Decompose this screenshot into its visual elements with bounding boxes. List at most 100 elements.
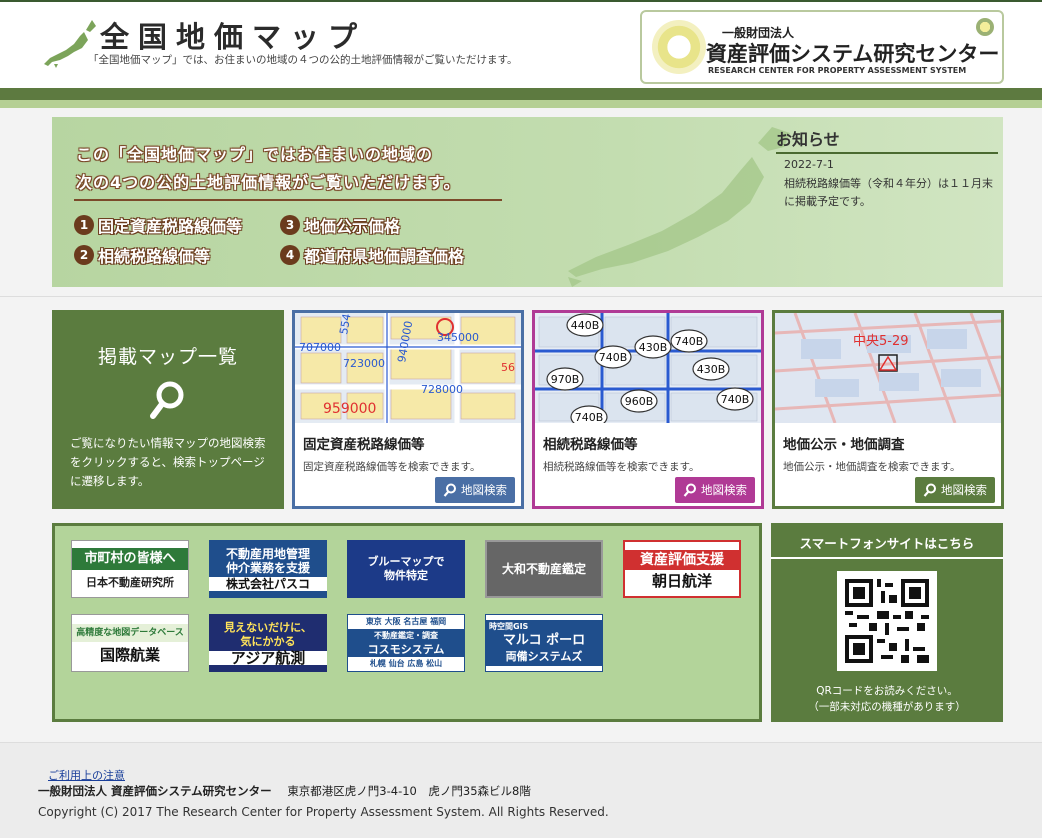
banner-jrei[interactable]: 市町村の皆様へ 日本不動産研究所 xyxy=(71,540,189,598)
button-label: 地図検索 xyxy=(941,483,987,497)
hero-item-label: 都道府県地価調査価格 xyxy=(304,247,465,266)
map-label: 723000 xyxy=(343,357,385,370)
map-list-description: ご覧になりたい情報マップの地図検索をクリックすると、検索トップページに遷移します… xyxy=(70,436,266,488)
partner-links-panel: 市町村の皆様へ 日本不動産研究所 不動産用地管理 仲介業務を支援 株式会社パスコ… xyxy=(52,523,762,722)
number-badge: 1 xyxy=(74,215,94,235)
hero-line-2: 次の4つの公的土地評価情報がご覧いただけます。 xyxy=(76,173,461,192)
hero-item-1: 1 固定資産税路線価等 xyxy=(74,213,242,237)
hero-item-label: 相続税路線価等 xyxy=(98,247,211,266)
org-emblem-icon xyxy=(652,20,706,74)
number-badge: 3 xyxy=(280,215,300,235)
card-description: 地価公示・地価調査を検索できます。 xyxy=(783,461,961,473)
banner-line: ブルーマップで xyxy=(367,555,445,568)
header-band xyxy=(0,88,1042,100)
banner-line: 気にかかる xyxy=(240,635,296,648)
hero-item-2: 2 相続税路線価等 xyxy=(74,243,210,267)
hero-item-label: 固定資産税路線価等 xyxy=(98,217,243,236)
org-name: 資産評価システム研究センター xyxy=(706,42,1000,66)
site-subtitle: 「全国地価マップ」では、お住まいの地域の４つの公的土地評価情報がご覧いただけます… xyxy=(88,54,518,66)
banner-line: 株式会社パスコ xyxy=(209,577,327,591)
map-thumbnail: 中央5-29 xyxy=(775,313,1001,423)
banner-ryobi[interactable]: 時空間GIS マルコ ポーロ 両備システムズ xyxy=(485,614,603,672)
banner-line: 札幌 仙台 広島 松山 xyxy=(369,659,443,668)
header-band-light xyxy=(0,100,1042,108)
map-label: 430B xyxy=(639,341,668,354)
footer-org: 一般財団法人 資産評価システム研究センター xyxy=(38,784,272,798)
map-label: 728000 xyxy=(421,383,463,396)
card-description: 固定資産税路線価等を検索できます。 xyxy=(303,461,481,473)
map-label: 707000 xyxy=(299,341,341,354)
banner-line: 市町村の皆様へ xyxy=(72,548,188,570)
map-thumbnail: 440B 740B 430B 740B 970B 430B 960B 740B … xyxy=(535,313,761,423)
banner-line: 高精度な地図データベース xyxy=(72,624,188,642)
button-label: 地図検索 xyxy=(461,483,507,497)
site-title: 全国地価マップ xyxy=(100,20,367,54)
button-label: 地図検索 xyxy=(701,483,747,497)
banner-line: 不動産鑑定・調査 xyxy=(348,629,464,643)
map-search-button[interactable]: 地図検索 xyxy=(435,477,515,503)
card-title: 相続税路線価等 xyxy=(543,437,638,453)
terms-of-use-link[interactable]: ご利用上の注意 xyxy=(48,767,125,783)
map-label: 345000 xyxy=(437,331,479,344)
banner-line: 両備システムズ xyxy=(486,648,602,666)
japan-silhouette xyxy=(568,127,790,287)
qr-instruction: QRコードをお読みください。 xyxy=(816,685,958,697)
map-label: 740B xyxy=(599,351,628,364)
map-list-title: 掲載マップ一覧 xyxy=(97,346,238,368)
map-search-button[interactable]: 地図検索 xyxy=(915,477,995,503)
map-label: 中央5-29 xyxy=(853,334,909,349)
banner-line: アジア航測 xyxy=(209,651,327,666)
banner-cosmo[interactable]: 東京 大阪 名古屋 福岡 不動産鑑定・調査 コスモシステム 札幌 仙台 広島 松… xyxy=(347,614,465,672)
map-label: 56 xyxy=(501,361,515,374)
news-panel: お知らせ 2022-7-1 相続税路線価等（令和４年分）は１１月末に掲載予定です… xyxy=(776,126,998,211)
map-label: 959000 xyxy=(323,401,376,417)
card-land-price[interactable]: 中央5-29 地価公示・地価調査 地価公示・地価調査を検索できます。 地図検索 xyxy=(772,310,1004,509)
map-label: 960B xyxy=(625,395,654,408)
search-icon xyxy=(683,483,696,497)
banner-kokusai[interactable]: 高精度な地図データベース 国際航業 xyxy=(71,614,189,672)
qr-note: （一部未対応の機種があります） xyxy=(808,701,966,713)
banner-line: 朝日航洋 xyxy=(651,572,712,590)
card-title: 固定資産税路線価等 xyxy=(303,437,425,453)
section-divider xyxy=(0,296,1042,297)
org-logo-banner[interactable]: 一般財団法人 資産評価システム研究センター RESEARCH CENTER FO… xyxy=(640,10,1004,84)
banner-daiwa[interactable]: 大和不動産鑑定 xyxy=(485,540,603,598)
map-label: 740B xyxy=(575,411,604,423)
banner-line: 国際航業 xyxy=(99,646,160,664)
map-label: 970B xyxy=(551,373,580,386)
banner-line: 見えないだけに、 xyxy=(224,621,312,634)
map-list-panel[interactable]: 掲載マップ一覧 ご覧になりたい情報マップの地図検索をクリックすると、検索トップペ… xyxy=(52,310,284,509)
banner-aeroasahi[interactable]: 資産評価支援 朝日航洋 xyxy=(623,540,741,598)
smartphone-title: スマートフォンサイトはこちら xyxy=(799,536,975,551)
banner-bluemap[interactable]: ブルーマップで 物件特定 xyxy=(347,540,465,598)
hero-line-1: この「全国地価マップ」ではお住まいの地域の xyxy=(76,145,434,164)
map-search-button[interactable]: 地図検索 xyxy=(675,477,755,503)
search-icon xyxy=(150,381,184,419)
banner-line: コスモシステム xyxy=(348,643,464,657)
banner-line: 大和不動産鑑定 xyxy=(501,562,586,576)
banner-asia-air-survey[interactable]: 見えないだけに、 気にかかる アジア航測 xyxy=(209,614,327,672)
banner-line: 仲介業務を支援 xyxy=(225,561,310,575)
map-label: 440B xyxy=(571,319,600,332)
map-label: 430B xyxy=(697,363,726,376)
card-fixed-asset-tax[interactable]: 554 707000 345000 723000 728000 959000 5… xyxy=(292,310,524,509)
map-thumbnail: 554 707000 345000 723000 728000 959000 5… xyxy=(295,313,521,423)
number-badge: 4 xyxy=(280,245,300,265)
banner-line: 日本不動産研究所 xyxy=(86,576,174,589)
footer-address: 一般財団法人 資産評価システム研究センター 東京都港区虎ノ門3-4-10 虎ノ門… xyxy=(38,783,531,799)
number-badge: 2 xyxy=(74,245,94,265)
card-description: 相続税路線価等を検索できます。 xyxy=(543,461,700,473)
footer-address-text: 東京都港区虎ノ門3-4-10 虎ノ門35森ビル8階 xyxy=(287,784,531,798)
org-english-name: RESEARCH CENTER FOR PROPERTY ASSESSMENT … xyxy=(708,66,967,75)
qr-code[interactable] xyxy=(837,571,937,671)
hero-divider xyxy=(74,199,502,201)
smartphone-divider xyxy=(771,557,1003,559)
org-dot-icon xyxy=(976,18,994,36)
map-label: 740B xyxy=(675,335,704,348)
banner-line: マルコ ポーロ xyxy=(486,634,602,648)
card-title: 地価公示・地価調査 xyxy=(783,437,905,453)
card-inheritance-tax[interactable]: 440B 740B 430B 740B 970B 430B 960B 740B … xyxy=(532,310,764,509)
banner-line: 東京 大阪 名古屋 福岡 xyxy=(365,617,447,626)
banner-pasco[interactable]: 不動産用地管理 仲介業務を支援 株式会社パスコ xyxy=(209,540,327,598)
news-date: 2022-7-1 xyxy=(784,158,834,171)
